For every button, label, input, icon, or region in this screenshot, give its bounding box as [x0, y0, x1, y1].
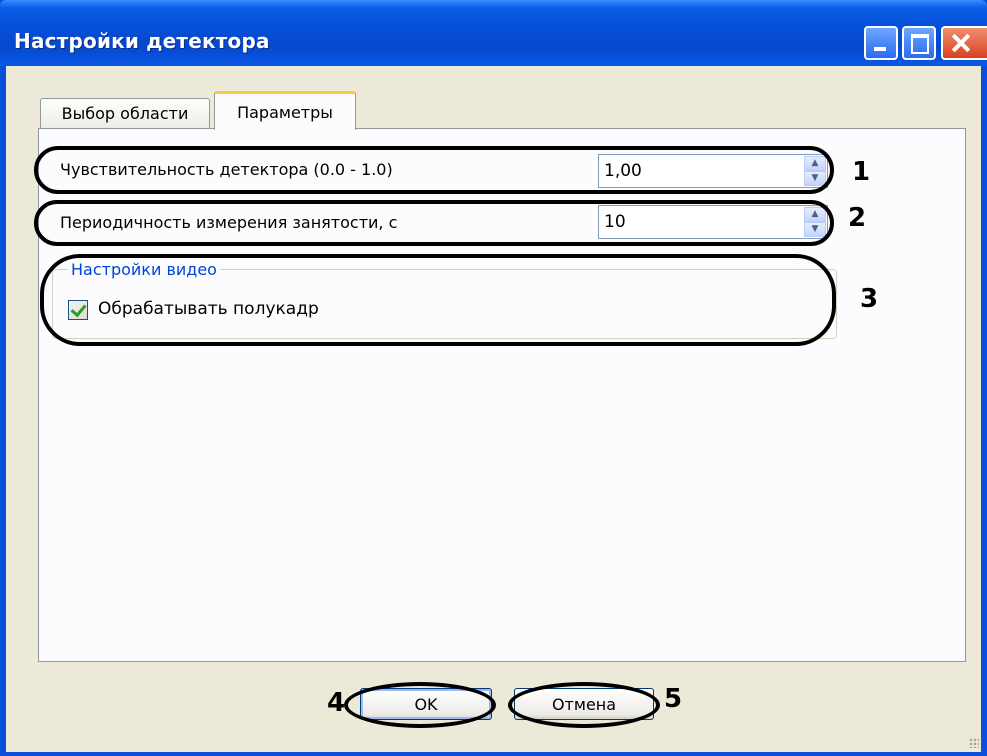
ok-button[interactable]: OK [360, 688, 492, 720]
window-title: Настройки детектора [14, 29, 270, 53]
tab-label: Параметры [237, 102, 333, 122]
sensitivity-value[interactable]: 1,00 [604, 161, 642, 181]
tab-area-selection[interactable]: Выбор области [40, 98, 210, 128]
video-settings-legend: Настройки видео [68, 260, 220, 279]
callout-number-3: 3 [860, 284, 879, 314]
spin-up-icon[interactable]: ▲ [804, 207, 826, 222]
close-button[interactable] [941, 26, 987, 60]
maximize-button[interactable] [902, 26, 936, 60]
spin-up-icon[interactable]: ▲ [804, 156, 826, 171]
resize-grip-icon[interactable] [969, 738, 979, 748]
half-frame-checkbox[interactable] [68, 300, 88, 320]
tab-label: Выбор области [61, 104, 189, 123]
period-value[interactable]: 10 [604, 212, 626, 232]
callout-number-4: 4 [327, 688, 346, 718]
title-bar[interactable]: Настройки детектора [0, 0, 987, 66]
callout-number-5: 5 [664, 684, 683, 714]
period-label: Периодичность измерения занятости, с [60, 213, 398, 232]
callout-number-2: 2 [848, 203, 867, 233]
cancel-button[interactable]: Отмена [514, 688, 654, 720]
sensitivity-label: Чувствительность детектора (0.0 - 1.0) [60, 160, 393, 179]
tab-parameters[interactable]: Параметры [214, 91, 356, 130]
callout-number-1: 1 [852, 157, 871, 187]
minimize-button[interactable] [864, 26, 898, 60]
cancel-button-label: Отмена [551, 694, 617, 714]
spin-down-icon[interactable]: ▼ [804, 222, 826, 237]
period-spinbox[interactable]: 10 ▲ ▼ [598, 205, 828, 239]
half-frame-label[interactable]: Обрабатывать полукадр [98, 299, 319, 319]
spin-down-icon[interactable]: ▼ [804, 171, 826, 186]
ok-button-label: OK [414, 694, 438, 714]
sensitivity-spinbox[interactable]: 1,00 ▲ ▼ [598, 154, 828, 188]
